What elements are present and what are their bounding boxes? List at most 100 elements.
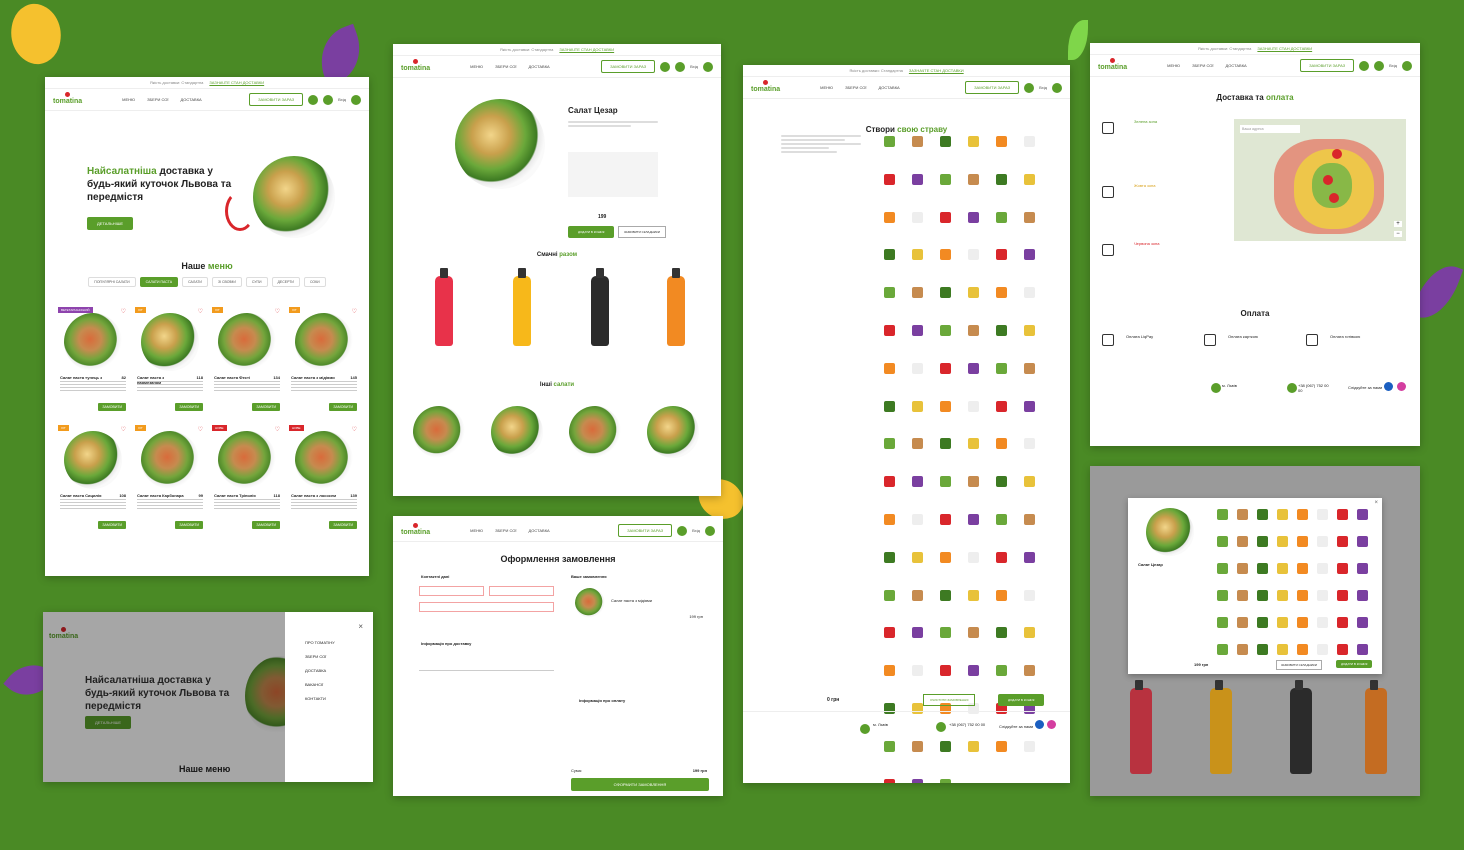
zoom-out-icon[interactable]: − bbox=[1394, 231, 1402, 237]
ingredient-thumbnail[interactable] bbox=[968, 551, 979, 563]
ingredient-thumbnail[interactable] bbox=[1297, 590, 1308, 601]
nav-item-menu[interactable]: МЕНЮ bbox=[470, 64, 483, 69]
ingredient-thumbnail[interactable] bbox=[996, 589, 1007, 601]
login-link[interactable]: Вхід bbox=[692, 528, 700, 533]
order-button[interactable]: ЗАМОВИТИ bbox=[175, 521, 203, 529]
map-pin-icon[interactable] bbox=[1323, 175, 1333, 185]
ingredient-thumbnail[interactable] bbox=[968, 249, 979, 261]
order-button[interactable]: ЗАМОВИТИ bbox=[252, 521, 280, 529]
ingredient-thumbnail[interactable] bbox=[1337, 563, 1348, 574]
ingredient-thumbnail[interactable] bbox=[968, 173, 979, 185]
favorite-icon[interactable]: ♡ bbox=[352, 426, 357, 433]
ingredient-thumbnail[interactable] bbox=[996, 211, 1007, 223]
ingredient-thumbnail[interactable] bbox=[940, 551, 951, 563]
clear-order-button[interactable]: ОЧИСТИТИ ЗАМОВЛЕННЯ bbox=[923, 694, 976, 706]
surname-field[interactable] bbox=[489, 586, 554, 596]
ingredient-thumbnail[interactable] bbox=[1277, 563, 1288, 574]
submit-order-button[interactable]: ОФОРМИТИ ЗАМОВЛЕННЯ bbox=[571, 778, 709, 791]
ingredient-thumbnail[interactable] bbox=[884, 627, 895, 639]
ingredient-thumbnail[interactable] bbox=[1237, 590, 1248, 601]
ingredient-thumbnail[interactable] bbox=[996, 476, 1007, 488]
ingredient-thumbnail[interactable] bbox=[996, 136, 1007, 147]
ingredient-thumbnail[interactable] bbox=[1277, 617, 1288, 628]
builder-add-to-cart-button[interactable]: ДОДАТИ В КОШИК bbox=[998, 694, 1045, 706]
ingredient-thumbnail[interactable] bbox=[1277, 536, 1288, 547]
nav-item-build[interactable]: ЗБЕРИ СОЇ bbox=[495, 64, 516, 69]
search-icon[interactable] bbox=[308, 94, 319, 105]
product-card[interactable]: ХІТ♡Салат паста з пармезаном118ЗАМОВИТИ bbox=[135, 307, 205, 419]
ingredient-thumbnail[interactable] bbox=[1317, 590, 1328, 601]
ingredient-thumbnail[interactable] bbox=[1237, 644, 1248, 655]
menu-icon[interactable] bbox=[703, 61, 713, 72]
ingredient-thumbnail[interactable] bbox=[968, 325, 979, 336]
ingredient-thumbnail[interactable] bbox=[1217, 590, 1228, 601]
logo[interactable]: tomatina bbox=[401, 58, 430, 72]
ingredient-thumbnail[interactable] bbox=[912, 173, 923, 185]
instagram-icon[interactable] bbox=[1047, 720, 1056, 729]
ingredient-thumbnail[interactable] bbox=[1024, 325, 1035, 336]
ingredient-thumbnail[interactable] bbox=[996, 325, 1007, 336]
ingredient-thumbnail[interactable] bbox=[996, 249, 1007, 261]
nav-item-build[interactable]: ЗБЕРИ СОЇ bbox=[495, 528, 516, 533]
ingredient-thumbnail[interactable] bbox=[912, 249, 923, 261]
ingredient-thumbnail[interactable] bbox=[940, 476, 951, 488]
ingredient-thumbnail[interactable] bbox=[1257, 590, 1268, 601]
ingredient-thumbnail[interactable] bbox=[1024, 514, 1035, 525]
ingredient-thumbnail[interactable] bbox=[1257, 644, 1268, 655]
ingredient-thumbnail[interactable] bbox=[1277, 644, 1288, 655]
ingredient-thumbnail[interactable] bbox=[1024, 249, 1035, 261]
phone-field[interactable] bbox=[419, 602, 554, 612]
order-button[interactable]: ЗАМОВИТИ bbox=[329, 403, 357, 411]
product-card[interactable]: НОВЕ ♡ Салат паста Тріполія 118 ЗАМОВИТИ bbox=[212, 425, 282, 537]
search-icon[interactable] bbox=[1359, 60, 1370, 71]
logo[interactable]: tomatina bbox=[401, 522, 430, 536]
favorite-icon[interactable]: ♡ bbox=[198, 426, 203, 433]
favorite-icon[interactable]: ♡ bbox=[198, 308, 203, 315]
hero-details-button[interactable]: ДЕТАЛЬНІШЕ bbox=[87, 217, 134, 230]
nav-item-menu[interactable]: МЕНЮ bbox=[820, 85, 833, 90]
add-to-cart-button[interactable]: ДОДАТИ В КОШИК bbox=[568, 226, 615, 238]
ingredient-thumbnail[interactable] bbox=[996, 514, 1007, 525]
nav-item-delivery[interactable]: ДОСТАВКА bbox=[529, 64, 550, 69]
ingredient-thumbnail[interactable] bbox=[940, 589, 951, 601]
product-card[interactable]: ХІТ ♡ Салат паста Карбонара 99 ЗАМОВИТИ bbox=[135, 425, 205, 537]
ingredient-thumbnail[interactable] bbox=[1297, 509, 1308, 520]
product-card[interactable]: НОВЕ ♡ Салат паста з лососем 139 ЗАМОВИТИ bbox=[289, 425, 359, 537]
cart-icon[interactable] bbox=[1024, 82, 1035, 93]
ingredient-thumbnail[interactable] bbox=[884, 400, 895, 412]
ingredient-thumbnail[interactable] bbox=[1317, 563, 1328, 574]
order-now-button[interactable]: ЗАМОВИТИ ЗАРАЗ bbox=[249, 93, 304, 106]
ingredient-thumbnail[interactable] bbox=[1317, 644, 1328, 655]
map-pin-icon[interactable] bbox=[1332, 149, 1342, 159]
ingredient-thumbnail[interactable] bbox=[968, 362, 979, 374]
ingredient-thumbnail[interactable] bbox=[912, 400, 923, 412]
order-now-button[interactable]: ЗАМОВИТИ ЗАРАЗ bbox=[965, 81, 1020, 94]
ingredient-thumbnail[interactable] bbox=[1357, 644, 1368, 655]
login-link[interactable]: Вхід bbox=[1389, 63, 1397, 68]
ingredient-thumbnail[interactable] bbox=[912, 438, 923, 450]
login-link[interactable]: Вхід bbox=[1039, 85, 1047, 90]
drawer-item-contacts[interactable]: КОНТАКТИ bbox=[305, 692, 373, 706]
ingredient-thumbnail[interactable] bbox=[1317, 617, 1328, 628]
nav-item-build[interactable]: ЗБЕРИ СОЇ bbox=[147, 97, 168, 102]
ingredient-thumbnail[interactable] bbox=[884, 589, 895, 601]
menu-icon[interactable] bbox=[1052, 82, 1062, 93]
map-search-input[interactable]: Ваша адреса bbox=[1240, 125, 1300, 133]
ingredient-thumbnail[interactable] bbox=[912, 551, 923, 563]
ingredient-thumbnail[interactable] bbox=[940, 325, 951, 336]
menu-icon[interactable] bbox=[1402, 60, 1412, 71]
ingredient-thumbnail[interactable] bbox=[1277, 509, 1288, 520]
ingredient-thumbnail[interactable] bbox=[940, 400, 951, 412]
ingredient-thumbnail[interactable] bbox=[1357, 509, 1368, 520]
nav-item-menu[interactable]: МЕНЮ bbox=[1167, 63, 1180, 68]
nav-item-delivery[interactable]: ДОСТАВКА bbox=[529, 528, 550, 533]
ingredient-thumbnail[interactable] bbox=[968, 627, 979, 639]
ingredient-thumbnail[interactable] bbox=[1024, 627, 1035, 639]
close-icon[interactable]: × bbox=[358, 620, 363, 634]
ingredient-thumbnail[interactable] bbox=[996, 627, 1007, 639]
ingredient-thumbnail[interactable] bbox=[1024, 173, 1035, 185]
cart-icon[interactable] bbox=[675, 61, 686, 72]
ingredient-thumbnail[interactable] bbox=[940, 211, 951, 223]
login-link[interactable]: Вхід bbox=[338, 97, 346, 102]
ingredient-thumbnail[interactable] bbox=[1337, 617, 1348, 628]
